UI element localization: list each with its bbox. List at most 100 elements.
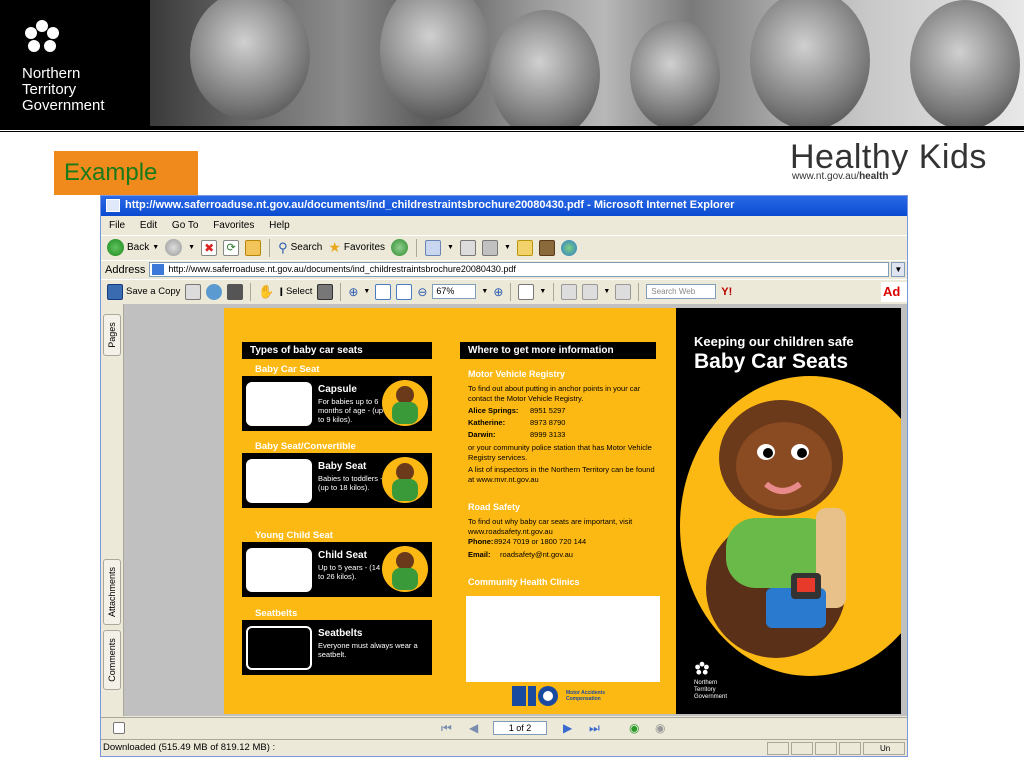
- fit-width-icon[interactable]: [396, 283, 413, 300]
- window-titlebar[interactable]: http://www.saferroaduse.nt.gov.au/docume…: [101, 196, 907, 216]
- baby-seat-illustration: [246, 459, 312, 503]
- first-page-icon[interactable]: ⏮: [441, 721, 452, 736]
- contact-phone: 8973 8790: [530, 418, 566, 427]
- toolbar-separator: [250, 282, 252, 301]
- hand-tool-icon[interactable]: ✋: [258, 284, 274, 300]
- seat-title: Child Seat: [318, 550, 367, 561]
- last-page-icon[interactable]: ⏭: [589, 721, 600, 736]
- zoom-level-field[interactable]: 67%: [432, 284, 477, 299]
- messenger-icon[interactable]: [560, 239, 577, 256]
- email-value: roadsafety@nt.gov.au: [500, 550, 573, 559]
- page-layout-icon[interactable]: [113, 722, 125, 734]
- binoculars-icon[interactable]: [227, 283, 244, 300]
- ie-page-icon: [106, 199, 120, 212]
- menu-goto[interactable]: Go To: [172, 220, 199, 231]
- zoom-out-icon[interactable]: ⊖: [417, 285, 427, 299]
- menu-file[interactable]: File: [109, 220, 125, 231]
- capsule-illustration: [246, 382, 312, 426]
- zoom-in-icon[interactable]: ⊕: [348, 285, 358, 299]
- chevron-down-icon[interactable]: ▼: [504, 244, 511, 251]
- search-button[interactable]: ⚲ Search: [278, 240, 322, 256]
- brochure-page: Types of baby car seats Baby Car Seat Ca…: [224, 308, 901, 714]
- toolbar-separator: [510, 282, 512, 301]
- history-icon[interactable]: [391, 239, 409, 256]
- chevron-down-icon[interactable]: ▼: [152, 244, 159, 251]
- chevron-down-icon[interactable]: ▼: [539, 288, 546, 295]
- address-bar: Address http://www.saferroaduse.nt.gov.a…: [101, 260, 907, 278]
- adobe-ad-label[interactable]: Ad: [881, 282, 907, 302]
- sign-icon[interactable]: [582, 283, 599, 300]
- tab-pages-label: Pages: [107, 322, 117, 348]
- tab-comments-label: Comments: [107, 638, 117, 682]
- fit-page-icon[interactable]: [375, 283, 392, 300]
- seat-title: Seatbelts: [318, 628, 363, 639]
- yahoo-icon[interactable]: Y!: [721, 286, 732, 298]
- spellcheck-icon[interactable]: [561, 283, 578, 300]
- seat-description: For babies up to 6 months of age - (up t…: [318, 397, 384, 424]
- review-icon[interactable]: [615, 283, 632, 300]
- mvr-heading: Motor Vehicle Registry: [468, 369, 566, 379]
- menu-help[interactable]: Help: [269, 220, 290, 231]
- child-illustration: [382, 546, 428, 592]
- previous-page-icon[interactable]: ◀: [469, 721, 478, 735]
- email-icon[interactable]: [206, 283, 223, 300]
- road-safety-heading: Road Safety: [468, 502, 521, 512]
- chevron-down-icon[interactable]: ▼: [188, 244, 195, 251]
- refresh-icon[interactable]: ⟳: [223, 239, 240, 256]
- logo-line: Northern: [22, 65, 81, 82]
- cover-logo-text: Northern Territory Government: [694, 680, 727, 701]
- forward-arrow-icon[interactable]: [165, 239, 183, 256]
- seat-description: Up to 5 years - (14 to 26 kilos).: [318, 563, 381, 581]
- tab-comments[interactable]: Comments: [103, 630, 121, 690]
- face-photo: [490, 10, 600, 126]
- home-icon[interactable]: [245, 239, 262, 256]
- research-icon[interactable]: [538, 239, 555, 256]
- next-view-icon[interactable]: ◉: [655, 721, 665, 735]
- child-seat-card: Child Seat Up to 5 years - (14 to 26 kil…: [242, 542, 432, 597]
- contact-place: Darwin:: [468, 430, 496, 439]
- favorites-button[interactable]: ★ Favorites: [328, 239, 385, 256]
- seat-description: Babies to toddlers - (up to 18 kilos).: [318, 474, 383, 492]
- stop-icon[interactable]: ✖: [201, 239, 218, 256]
- folder-icon[interactable]: [516, 239, 533, 256]
- toolbar-separator: [553, 282, 555, 301]
- back-button[interactable]: Back ▼: [107, 239, 159, 256]
- print-icon[interactable]: [459, 239, 476, 256]
- save-copy-button[interactable]: Save a Copy: [107, 283, 180, 300]
- menu-favorites[interactable]: Favorites: [213, 220, 254, 231]
- tab-attachments[interactable]: Attachments: [103, 559, 121, 625]
- document-pages-area[interactable]: Types of baby car seats Baby Car Seat Ca…: [124, 304, 907, 716]
- chevron-down-icon[interactable]: ▼: [603, 288, 610, 295]
- seat-section-heading: Baby Car Seat: [255, 364, 320, 375]
- tab-pages[interactable]: Pages: [103, 314, 121, 356]
- address-dropdown-icon[interactable]: ▼: [891, 262, 906, 277]
- chevron-down-icon[interactable]: ▼: [447, 244, 454, 251]
- address-value: http://www.saferroaduse.nt.gov.au/docume…: [168, 264, 516, 274]
- snapshot-icon[interactable]: [317, 283, 334, 300]
- header-banner: Northern Territory Government: [0, 0, 1024, 126]
- banner-rule: [0, 131, 1024, 132]
- flower-logo-icon: [695, 661, 709, 675]
- tio-logo-icon: [512, 686, 558, 706]
- mail-icon[interactable]: [425, 239, 442, 256]
- road-safety-text: To find out why baby car seats are impor…: [468, 517, 633, 536]
- print-icon[interactable]: [185, 283, 202, 300]
- baby-seat-card: Baby Seat Babies to toddlers - (up to 18…: [242, 453, 432, 508]
- page-icon: [152, 264, 165, 275]
- edit-icon[interactable]: [481, 239, 498, 256]
- search-label: Search: [290, 242, 323, 253]
- zoom-plus-icon[interactable]: ⊕: [493, 285, 503, 299]
- previous-view-icon[interactable]: ◉: [629, 721, 639, 735]
- search-web-input[interactable]: Search Web: [646, 284, 717, 299]
- address-input[interactable]: http://www.saferroaduse.nt.gov.au/docume…: [149, 262, 890, 277]
- rotate-page-icon[interactable]: [518, 283, 535, 300]
- chevron-down-icon[interactable]: ▼: [481, 288, 488, 295]
- page-number-field[interactable]: 1 of 2: [493, 721, 547, 735]
- contact-phone: 8999 3133: [530, 430, 566, 439]
- slide: Northern Territory Government Example He…: [0, 0, 1024, 768]
- menu-edit[interactable]: Edit: [140, 220, 157, 231]
- next-page-icon[interactable]: ▶: [563, 721, 572, 735]
- logo-line: Northern: [694, 680, 718, 686]
- chevron-down-icon[interactable]: ▼: [363, 288, 370, 295]
- select-tool-button[interactable]: I Select: [280, 285, 313, 299]
